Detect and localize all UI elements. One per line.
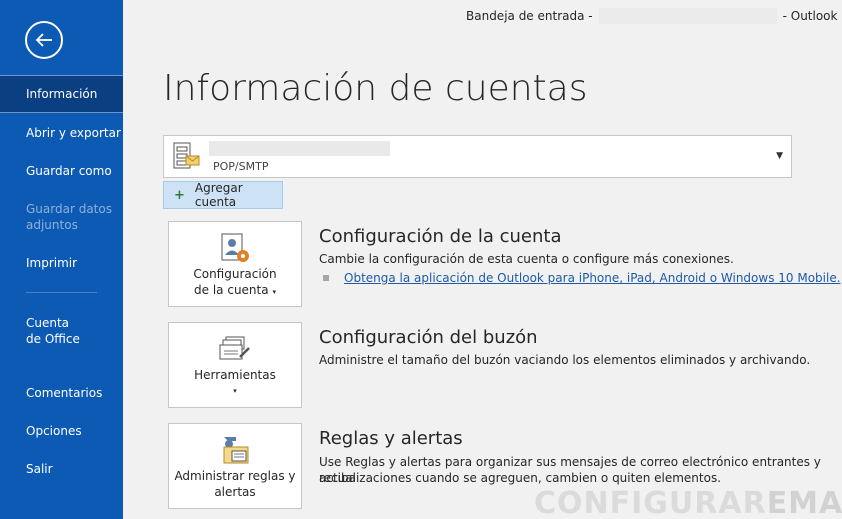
nav-item-opciones[interactable]: Opciones [0, 423, 123, 439]
title-suffix: - Outlook [782, 9, 838, 23]
section-desc-mailbox: Administre el tamaño del buzón vaciando … [319, 353, 811, 367]
account-settings-icon [218, 231, 252, 268]
nav-item-abrir-exportar[interactable]: Abrir y exportar [0, 125, 123, 141]
watermark-logo: CONFIGURAREMAIL [534, 486, 842, 519]
title-prefix: Bandeja de entrada - [466, 9, 593, 23]
window-title: Bandeja de entrada - - Outlook [466, 8, 837, 24]
account-settings-label: Configuración de la cuenta ▾ [193, 267, 277, 297]
rules-alerts-icon [218, 433, 252, 470]
nav-item-comentarios[interactable]: Comentarios [0, 385, 123, 401]
dropdown-arrow-icon: ▾ [272, 288, 276, 296]
account-selector[interactable]: POP/SMTP ▼ [163, 135, 792, 178]
account-settings-button[interactable]: Configuración de la cuenta ▾ [168, 221, 302, 307]
plus-icon: + [174, 187, 185, 203]
page-title: Información de cuentas [163, 68, 588, 109]
nav-item-salir[interactable]: Salir [0, 461, 123, 477]
back-button[interactable] [25, 21, 63, 59]
tools-label: Herramientas ▾ [169, 367, 301, 399]
dropdown-arrow-icon: ▾ [233, 387, 237, 395]
section-desc-account-settings: Cambie la configuración de esta cuenta o… [319, 252, 734, 266]
outlook-mobile-link[interactable]: Obtenga la aplicación de Outlook para iP… [344, 271, 841, 285]
section-desc-rules-line2: actualizaciones cuando se agreguen, camb… [319, 471, 722, 485]
nav-item-guardar-adjuntos: Guardar datos adjuntos [26, 202, 112, 232]
add-account-label: Agregar cuenta [194, 181, 243, 209]
nav-item-informacion[interactable]: Información [0, 75, 123, 113]
section-title-mailbox: Configuración del buzón [319, 327, 538, 348]
redacted-email [598, 8, 777, 24]
nav-divider [26, 292, 97, 293]
section-title-account-settings: Configuración de la cuenta [319, 226, 562, 247]
nav-item-imprimir[interactable]: Imprimir [0, 255, 123, 271]
manage-rules-button[interactable]: Administrar reglas y alertas [168, 423, 302, 509]
back-arrow-icon [35, 33, 52, 47]
account-type: POP/SMTP [213, 160, 269, 173]
chevron-down-icon: ▼ [776, 151, 783, 161]
account-name-redacted [209, 141, 390, 156]
section-title-rules: Reglas y alertas [319, 428, 463, 449]
add-account-button[interactable]: + Agregar cuenta [163, 181, 283, 209]
bullet-icon [323, 275, 329, 281]
email-account-icon [173, 142, 201, 176]
nav-item-cuenta-office[interactable]: Cuenta de Office [0, 315, 80, 347]
backstage-sidebar: Información Abrir y exportar Guardar com… [0, 0, 123, 519]
nav-item-guardar-como[interactable]: Guardar como [0, 163, 123, 179]
mailbox-tools-icon [218, 335, 252, 368]
tools-button[interactable]: Herramientas ▾ [168, 322, 302, 408]
manage-rules-label: Administrar reglas y alertas [174, 469, 296, 499]
